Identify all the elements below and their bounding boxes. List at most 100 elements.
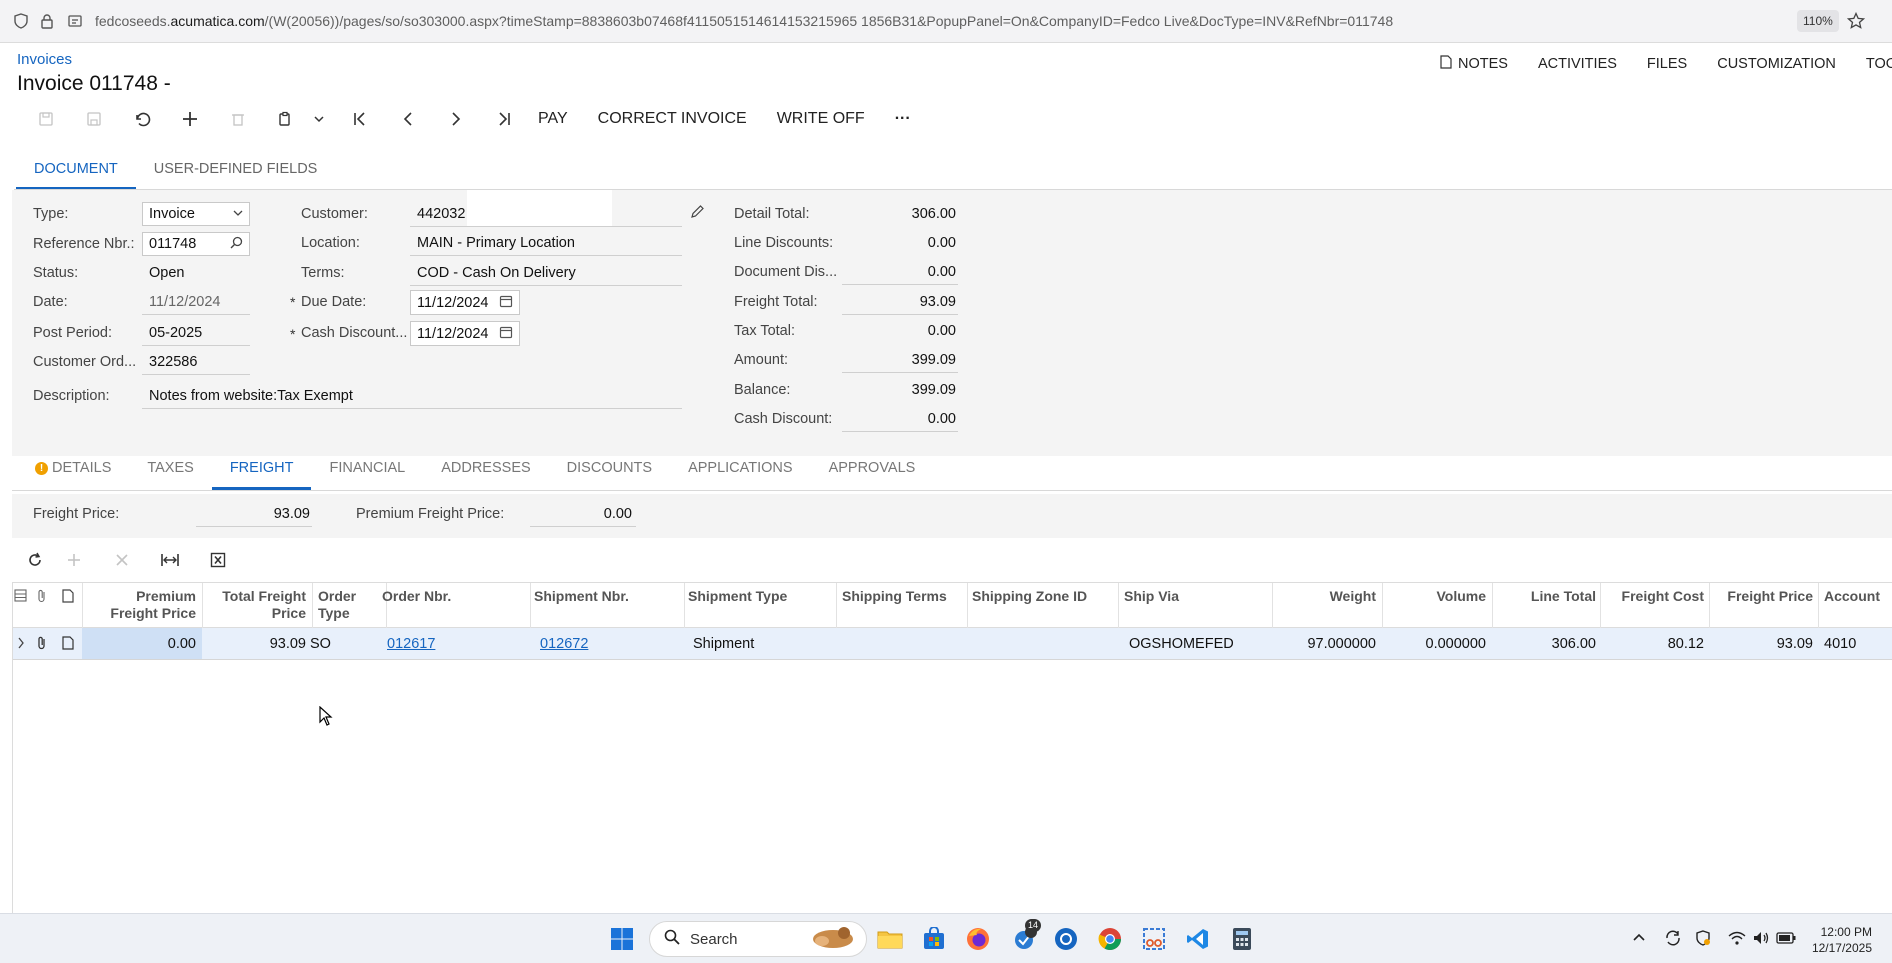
outlook-icon[interactable] (1050, 923, 1082, 955)
delete-icon[interactable] (214, 104, 262, 134)
description-input[interactable]: Notes from website:Tax Exempt (149, 388, 353, 404)
post-period-input[interactable]: 05-2025 (149, 325, 202, 341)
due-date-input[interactable]: 11/12/2024 (410, 290, 520, 315)
bookmark-star-icon[interactable] (1847, 12, 1865, 30)
wifi-icon[interactable] (1728, 930, 1746, 951)
last-record-icon[interactable] (480, 104, 528, 134)
mail-icon[interactable]: 14 (1008, 919, 1042, 955)
snipping-tool-icon[interactable] (1138, 923, 1170, 955)
col-header-freight-price[interactable]: Freight Price (1709, 588, 1813, 605)
col-header-premium-freight-price[interactable]: Premium Freight Price (82, 588, 196, 622)
tab-taxes[interactable]: TAXES (129, 456, 211, 490)
cell-premium-freight-price[interactable]: 0.00 (82, 636, 196, 652)
delete-row-icon[interactable] (98, 545, 146, 575)
cell-ship-via[interactable]: OGSHOMEFED (1129, 636, 1234, 652)
tab-addresses[interactable]: ADDRESSES (423, 456, 548, 490)
reference-nbr-input[interactable]: 011748 (142, 232, 250, 256)
system-clock[interactable]: 12:00 PM 12/17/2025 (1812, 924, 1872, 956)
battery-icon[interactable] (1776, 931, 1796, 950)
activities-button[interactable]: ACTIVITIES (1538, 55, 1617, 73)
cash-discount-value[interactable]: 0.00 (846, 411, 956, 427)
cell-freight-cost[interactable]: 80.12 (1600, 636, 1704, 652)
col-header-line-total[interactable]: Line Total (1492, 588, 1596, 605)
volume-icon[interactable] (1752, 930, 1770, 951)
terms-input[interactable]: COD - Cash On Delivery (417, 265, 576, 281)
tab-discounts[interactable]: DISCOUNTS (549, 456, 670, 490)
windows-start-icon[interactable] (606, 923, 638, 955)
col-header-volume[interactable]: Volume (1382, 588, 1486, 605)
customization-button[interactable]: CUSTOMIZATION (1717, 55, 1836, 73)
col-header-total-freight-price[interactable]: Total Freight Price (202, 588, 306, 622)
more-actions-button[interactable]: ··· (895, 110, 911, 128)
col-header-order-type[interactable]: Order Type (318, 588, 384, 622)
shipment-nbr-link[interactable]: 012672 (540, 636, 588, 652)
export-excel-icon[interactable] (194, 545, 242, 575)
first-record-icon[interactable] (336, 104, 384, 134)
cell-freight-price[interactable]: 93.09 (1709, 636, 1813, 652)
table-row[interactable]: 0.00 93.09 SO 012617 012672 Shipment OGS… (12, 628, 1892, 660)
cell-volume[interactable]: 0.000000 (1382, 636, 1486, 652)
premium-freight-price-value[interactable]: 0.00 (532, 506, 632, 522)
tab-document[interactable]: DOCUMENT (16, 157, 136, 190)
tab-details[interactable]: ! DETAILS (23, 456, 129, 490)
save-icon[interactable] (70, 104, 118, 134)
chevron-down-icon[interactable] (308, 104, 330, 134)
save-close-icon[interactable] (22, 104, 70, 134)
copy-paste-icon[interactable] (262, 104, 308, 134)
zoom-level-badge[interactable]: 110% (1797, 10, 1839, 32)
cell-weight[interactable]: 97.000000 (1272, 636, 1376, 652)
col-header-account[interactable]: Account (1824, 588, 1880, 605)
write-off-button[interactable]: WRITE OFF (777, 110, 865, 128)
document-discount-value[interactable]: 0.00 (846, 264, 956, 280)
tab-approvals[interactable]: APPROVALS (811, 456, 934, 490)
type-select[interactable]: Invoice (142, 202, 250, 226)
refresh-icon[interactable] (20, 545, 50, 575)
col-header-shipping-zone-id[interactable]: Shipping Zone ID (972, 588, 1087, 605)
shield-icon[interactable] (12, 12, 30, 30)
cell-order-nbr[interactable]: 012617 (387, 636, 435, 652)
col-header-weight[interactable]: Weight (1272, 588, 1376, 605)
sync-icon[interactable] (1664, 929, 1682, 952)
security-shield-icon[interactable] (1694, 929, 1712, 952)
calendar-icon[interactable] (499, 325, 513, 343)
correct-invoice-button[interactable]: CORRECT INVOICE (598, 110, 747, 128)
search-icon[interactable] (230, 236, 243, 253)
add-icon[interactable] (166, 104, 214, 134)
site-permissions-icon[interactable] (66, 12, 84, 30)
calendar-icon[interactable] (499, 294, 513, 312)
add-row-icon[interactable] (50, 545, 98, 575)
notes-button[interactable]: NOTES (1440, 55, 1508, 73)
customer-order-input[interactable]: 322586 (149, 354, 197, 370)
col-header-shipping-terms[interactable]: Shipping Terms (842, 588, 947, 605)
previous-record-icon[interactable] (384, 104, 432, 134)
col-header-freight-cost[interactable]: Freight Cost (1600, 588, 1704, 605)
order-nbr-link[interactable]: 012617 (387, 636, 435, 652)
vscode-icon[interactable] (1182, 923, 1214, 955)
freight-price-value[interactable]: 93.09 (198, 506, 310, 522)
cash-discount-date-input[interactable]: 11/12/2024 (410, 321, 520, 346)
cell-shipment-type[interactable]: Shipment (693, 636, 754, 652)
chevron-up-icon[interactable] (1632, 931, 1646, 950)
customer-input[interactable]: 442032 (417, 206, 465, 222)
taskbar-search-input[interactable]: Search (649, 921, 867, 957)
chevron-right-icon[interactable] (17, 636, 25, 654)
cell-line-total[interactable]: 306.00 (1492, 636, 1596, 652)
store-icon[interactable] (918, 923, 950, 955)
tab-applications[interactable]: APPLICATIONS (670, 456, 810, 490)
col-header-shipment-type[interactable]: Shipment Type (688, 588, 787, 605)
attachment-icon[interactable] (36, 636, 48, 655)
tab-freight[interactable]: FREIGHT (211, 456, 312, 490)
file-explorer-icon[interactable] (874, 923, 906, 955)
col-header-ship-via[interactable]: Ship Via (1124, 588, 1179, 605)
tab-user-defined-fields[interactable]: USER-DEFINED FIELDS (136, 157, 336, 190)
grid-settings-icon[interactable] (14, 589, 27, 607)
pay-button[interactable]: PAY (538, 110, 568, 128)
cell-total-freight-price[interactable]: 93.09 (202, 636, 306, 652)
pencil-edit-icon[interactable] (690, 204, 705, 224)
breadcrumb-invoices[interactable]: Invoices (17, 51, 72, 68)
chrome-icon[interactable] (1094, 923, 1126, 955)
files-button[interactable]: FILES (1647, 55, 1687, 73)
cell-shipment-nbr[interactable]: 012672 (540, 636, 588, 652)
firefox-icon[interactable] (962, 923, 994, 955)
col-header-order-nbr[interactable]: Order Nbr. (382, 588, 451, 605)
